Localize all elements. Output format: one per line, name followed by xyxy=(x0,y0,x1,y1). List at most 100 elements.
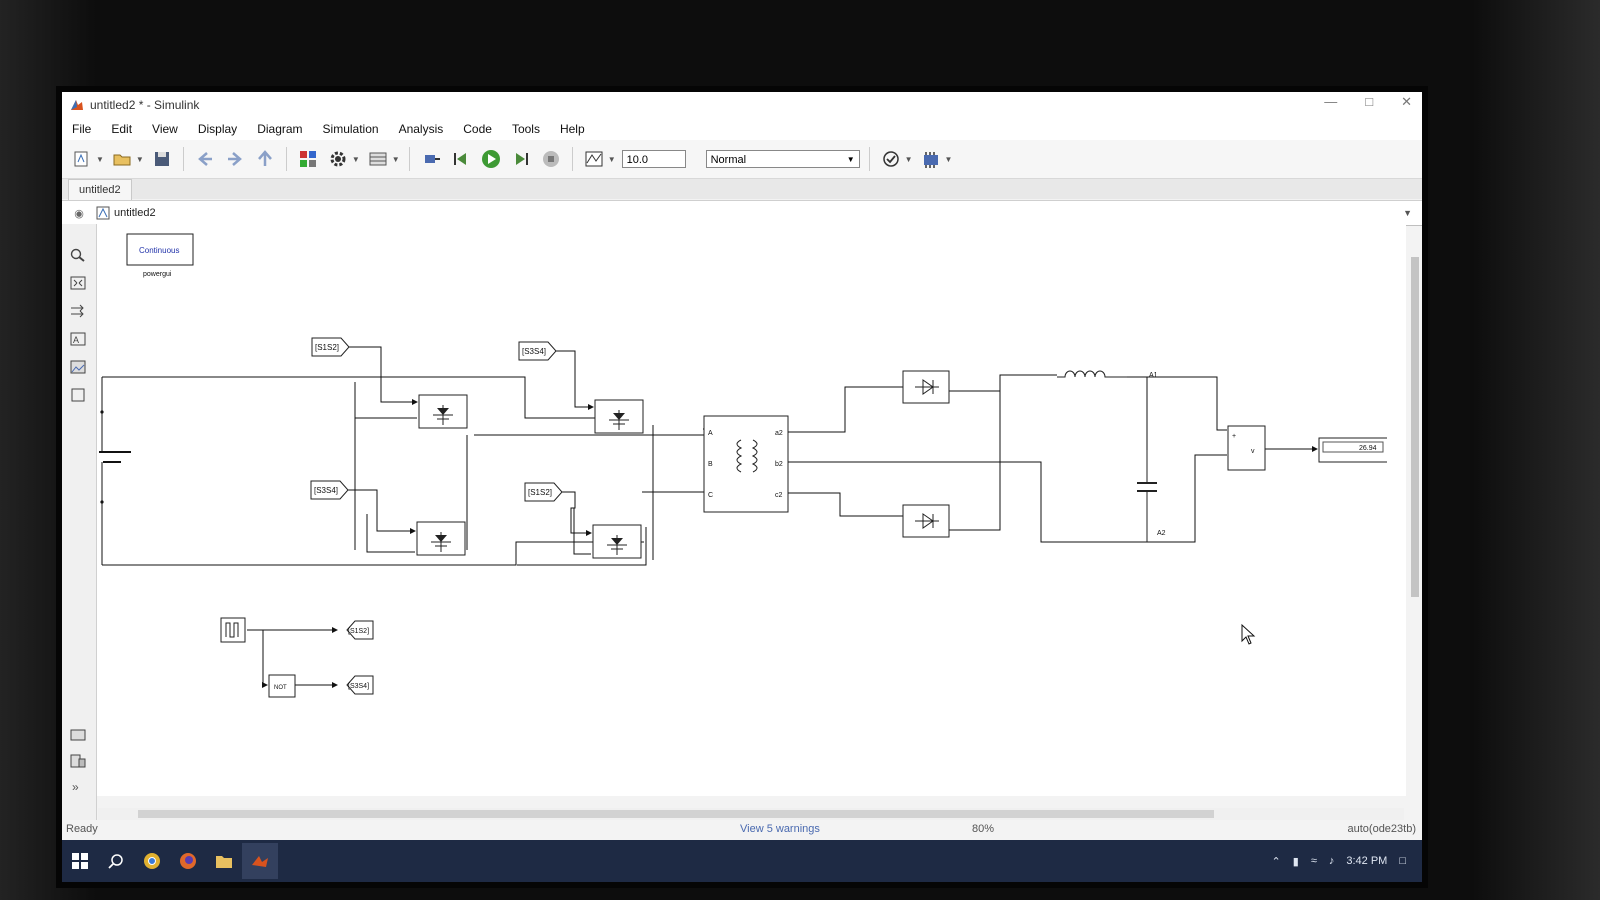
chevron-down-icon[interactable]: ▼ xyxy=(96,155,104,164)
chevron-down-icon[interactable]: ▼ xyxy=(1403,208,1412,218)
open-button[interactable] xyxy=(110,147,134,171)
pulse-generator-block[interactable] xyxy=(220,617,246,643)
powergui-block[interactable]: Continuous powergui xyxy=(126,233,194,278)
stop-time-input[interactable]: 10.0 xyxy=(621,150,686,168)
model-canvas[interactable]: Continuous powergui [S1S2] [S3S4] [S3S4]… xyxy=(97,225,1406,796)
minimize-icon[interactable]: — xyxy=(1324,94,1337,110)
dc-voltage-source[interactable] xyxy=(99,377,131,565)
chevron-down-icon[interactable]: ▼ xyxy=(945,155,953,164)
clock[interactable]: 3:42 PM xyxy=(1346,855,1387,867)
annotation-icon[interactable]: A xyxy=(70,332,86,346)
close-icon[interactable]: ✕ xyxy=(1401,94,1412,110)
mosfet-s3[interactable] xyxy=(594,399,644,434)
hide-explorer-icon[interactable]: ◉ xyxy=(62,207,96,220)
battery-icon[interactable]: ▮ xyxy=(1293,855,1299,868)
fit-to-view-icon[interactable] xyxy=(70,276,86,290)
wifi-icon[interactable]: ≈ xyxy=(1311,855,1317,867)
save-button[interactable] xyxy=(150,147,174,171)
chevron-down-icon[interactable]: ▼ xyxy=(136,155,144,164)
scope-icon[interactable] xyxy=(582,147,606,171)
route-lines-icon[interactable] xyxy=(70,304,86,318)
menu-file[interactable]: File xyxy=(62,122,101,136)
stop-button[interactable] xyxy=(539,147,563,171)
tab-untitled2[interactable]: untitled2 xyxy=(68,179,132,200)
menu-help[interactable]: Help xyxy=(550,122,595,136)
capacitor[interactable] xyxy=(1137,450,1157,542)
forward-arrow-icon[interactable] xyxy=(223,147,247,171)
status-state: Ready xyxy=(66,823,98,835)
update-diagram-button[interactable] xyxy=(419,147,443,171)
menu-simulation[interactable]: Simulation xyxy=(313,122,389,136)
breadcrumb[interactable]: untitled2 xyxy=(114,207,156,219)
model-browser-icon[interactable] xyxy=(70,728,86,742)
gear-icon[interactable] xyxy=(326,147,350,171)
menu-display[interactable]: Display xyxy=(188,122,247,136)
windows-start-icon[interactable] xyxy=(62,843,98,879)
menu-tools[interactable]: Tools xyxy=(502,122,550,136)
area-icon[interactable] xyxy=(70,388,86,402)
build-model-button[interactable] xyxy=(919,147,943,171)
title-bar: untitled2 * - Simulink — □ ✕ xyxy=(62,92,1422,118)
step-forward-button[interactable] xyxy=(509,147,533,171)
menu-analysis[interactable]: Analysis xyxy=(389,122,454,136)
three-phase-transformer[interactable]: A B C a2 b2 c2 xyxy=(703,415,789,513)
from-tag-s3s4-top[interactable]: [S3S4] xyxy=(518,341,557,361)
mouse-cursor-icon xyxy=(1241,623,1256,645)
voltage-measurement-block[interactable]: + v xyxy=(1227,425,1266,471)
property-inspector-icon[interactable] xyxy=(70,754,86,768)
menu-edit[interactable]: Edit xyxy=(101,122,142,136)
run-button[interactable] xyxy=(479,147,503,171)
goto-tag-s1s2[interactable]: [S1S2] xyxy=(346,620,374,640)
horizontal-scrollbar[interactable] xyxy=(98,808,1404,820)
chevron-down-icon[interactable]: ▼ xyxy=(905,155,913,164)
zoom-icon[interactable] xyxy=(70,248,86,262)
chevron-down-icon[interactable]: ▼ xyxy=(392,155,400,164)
matlab-icon[interactable] xyxy=(242,843,278,879)
library-browser-button[interactable] xyxy=(296,147,320,171)
step-back-button[interactable] xyxy=(449,147,473,171)
mosfet-s1[interactable] xyxy=(418,394,468,429)
from-tag-s3s4-bottom[interactable]: [S3S4] xyxy=(310,480,349,500)
diode-top[interactable] xyxy=(902,370,950,404)
chevron-down-icon: ▼ xyxy=(846,155,855,164)
left-palette: A » xyxy=(62,224,97,822)
port-b2-label: b2 xyxy=(775,461,783,468)
firefox-icon[interactable] xyxy=(170,843,206,879)
diode-bottom[interactable] xyxy=(902,504,950,538)
chevron-up-icon[interactable]: ⌃ xyxy=(1272,855,1281,868)
menu-diagram[interactable]: Diagram xyxy=(247,122,312,136)
new-model-button[interactable] xyxy=(70,147,94,171)
expand-palette-icon[interactable]: » xyxy=(72,780,79,794)
mosfet-s2[interactable] xyxy=(592,524,642,559)
not-gate-block[interactable]: NOT xyxy=(268,674,296,698)
menu-code[interactable]: Code xyxy=(453,122,502,136)
warnings-link[interactable]: View 5 warnings xyxy=(740,823,820,835)
model-explorer-button[interactable] xyxy=(366,147,390,171)
vertical-scrollbar[interactable] xyxy=(1410,247,1420,767)
menu-view[interactable]: View xyxy=(142,122,188,136)
inductor[interactable] xyxy=(1057,370,1127,378)
display-block[interactable]: 26.94 xyxy=(1318,437,1390,463)
monitor-bezel: untitled2 * - Simulink — □ ✕ File Edit V… xyxy=(0,0,1600,900)
up-arrow-icon[interactable] xyxy=(253,147,277,171)
chevron-down-icon[interactable]: ▼ xyxy=(352,155,360,164)
svg-text:+: + xyxy=(1232,433,1236,440)
model-advisor-button[interactable] xyxy=(879,147,903,171)
node-a1-label: A1 xyxy=(1149,372,1158,379)
back-arrow-icon[interactable] xyxy=(193,147,217,171)
search-icon[interactable] xyxy=(98,843,134,879)
maximize-icon[interactable]: □ xyxy=(1365,94,1373,110)
mosfet-s4[interactable] xyxy=(416,521,466,556)
simulation-mode-select[interactable]: Normal ▼ xyxy=(705,150,860,168)
chrome-icon[interactable] xyxy=(134,843,170,879)
notification-icon[interactable]: □ xyxy=(1399,855,1406,867)
model-tab-strip: untitled2 xyxy=(62,179,1422,200)
tag-label: [S1S2] xyxy=(348,628,369,635)
image-icon[interactable] xyxy=(70,360,86,374)
goto-tag-s3s4[interactable]: [S3S4] xyxy=(346,675,374,695)
from-tag-s1s2-top[interactable]: [S1S2] xyxy=(311,337,350,357)
chevron-down-icon[interactable]: ▼ xyxy=(608,155,616,164)
volume-icon[interactable]: ♪ xyxy=(1329,855,1335,867)
file-explorer-icon[interactable] xyxy=(206,843,242,879)
from-tag-s1s2-bottom[interactable]: [S1S2] xyxy=(524,482,563,502)
